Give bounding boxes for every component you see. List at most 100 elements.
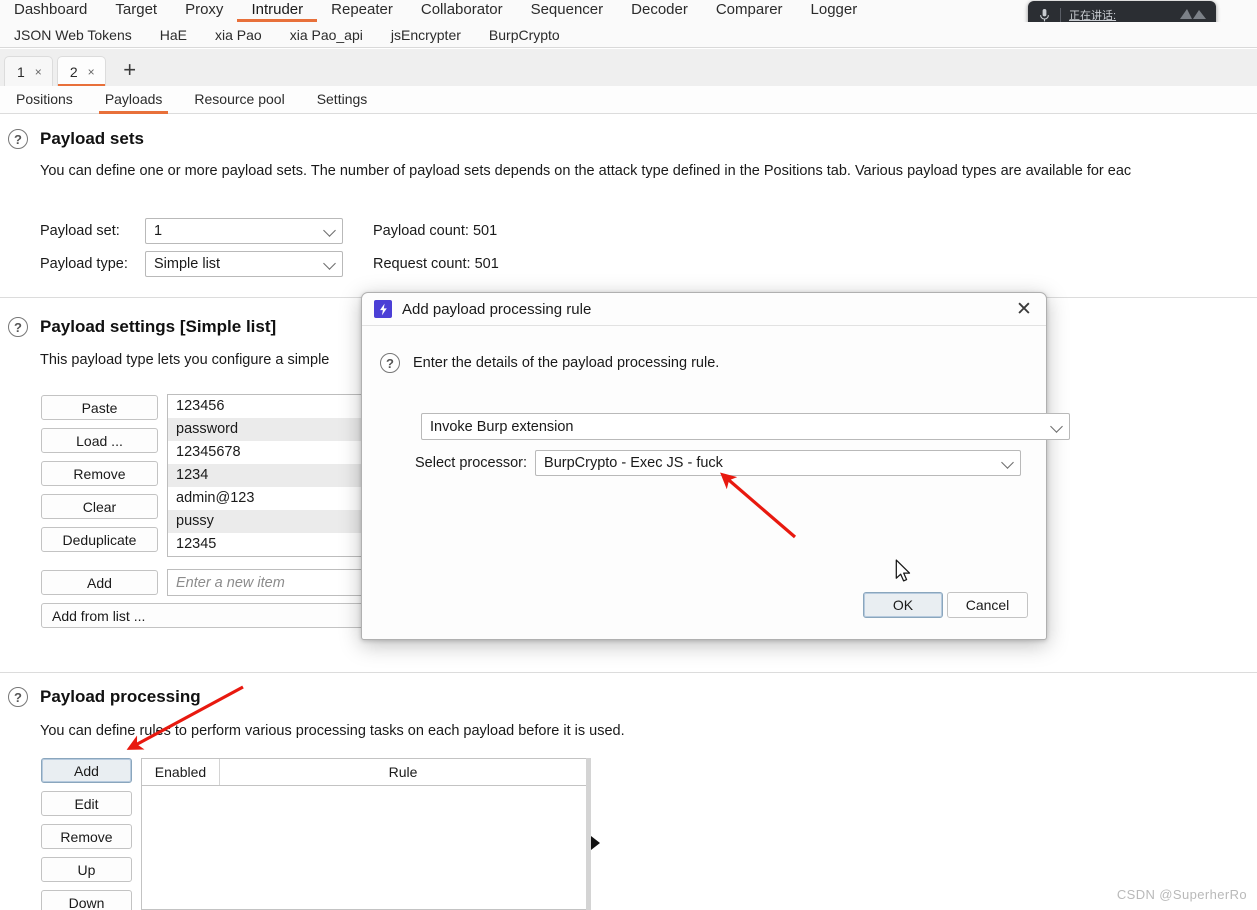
ext-tab-hae[interactable]: HaE [146,27,201,43]
attack-tab-2-label: 2 [69,63,78,80]
payload-count-label: Payload count: 501 [373,223,498,239]
tab-payloads[interactable]: Payloads [89,86,179,114]
dialog-body: ? Enter the details of the payload proce… [362,326,1070,640]
list-item[interactable]: 12345 [168,533,364,556]
main-tab-proxy[interactable]: Proxy [171,0,237,22]
main-tab-intruder[interactable]: Intruder [237,0,318,22]
expand-panel-arrow-icon[interactable] [591,836,600,850]
payload-set-dropdown[interactable]: 1 [145,218,343,244]
payload-set-label: Payload set: [40,223,120,239]
main-tab-logger[interactable]: Logger [797,0,872,22]
chevron-down-icon [1050,419,1063,433]
main-tab-repeater[interactable]: Repeater [317,0,407,22]
dialog-instruction-row: ? Enter the details of the payload proce… [380,353,719,373]
ext-tab-xia-pao[interactable]: xia Pao [201,27,276,43]
close-icon[interactable]: × [88,65,95,79]
payload-type-dropdown[interactable]: Simple list [145,251,343,277]
annotation-arrow-to-processor-dropdown [720,472,797,539]
list-item[interactable]: 1234 [168,464,364,487]
cancel-button[interactable]: Cancel [947,592,1028,618]
dialog-title: Add payload processing rule [402,300,592,318]
main-tab-comparer[interactable]: Comparer [702,0,797,22]
payload-settings-header: ? Payload settings [Simple list] [8,317,276,337]
select-processor-row: Select processor: BurpCrypto - Exec JS -… [415,450,1022,476]
rule-type-dropdown[interactable]: Invoke Burp extension [421,413,1070,440]
paste-button[interactable]: Paste [41,395,158,420]
new-attack-tab-button[interactable]: + [118,57,142,82]
attack-tab-1[interactable]: 1 × [4,56,53,86]
add-from-list-button[interactable]: Add from list ... [41,603,365,628]
payload-set-row: Payload set: 1 Payload count: 501 [40,218,497,244]
ext-tab-jsencrypter[interactable]: jsEncrypter [377,27,475,43]
move-rule-up-button[interactable]: Up [41,857,132,882]
main-tab-dashboard[interactable]: Dashboard [0,0,101,22]
speech-status-text: 正在讲话: [1069,10,1117,22]
new-item-input[interactable]: Enter a new item [167,569,365,596]
deduplicate-button[interactable]: Deduplicate [41,527,158,552]
payload-sets-section: ? Payload sets You can define one or mor… [0,126,1257,296]
chevron-down-icon [323,257,336,270]
ok-button[interactable]: OK [863,592,943,618]
column-header-enabled[interactable]: Enabled [142,759,220,785]
payload-type-row: Payload type: Simple list Request count:… [40,251,499,277]
chevron-down-icon [1001,456,1014,469]
list-item[interactable]: admin@123 [168,487,364,510]
tab-resource-pool[interactable]: Resource pool [178,86,300,114]
main-tab-collaborator[interactable]: Collaborator [407,0,517,22]
select-processor-dropdown[interactable]: BurpCrypto - Exec JS - fuck [535,450,1022,476]
watermark: CSDN @SuperherRo [1116,887,1247,902]
ext-tab-burpcrypto[interactable]: BurpCrypto [475,27,574,43]
main-tab-decoder[interactable]: Decoder [617,0,702,22]
select-processor-value: BurpCrypto - Exec JS - fuck [544,455,723,471]
payload-processing-rules-table[interactable]: Enabled Rule [141,758,587,910]
tab-settings[interactable]: Settings [301,86,384,114]
clear-button[interactable]: Clear [41,494,158,519]
load-button[interactable]: Load ... [41,428,158,453]
payload-processing-section: ? Payload processing You can define rule… [0,683,1257,910]
payload-processing-header: ? Payload processing [8,687,201,707]
help-icon[interactable]: ? [8,687,28,707]
payload-settings-title: Payload settings [Simple list] [40,317,277,336]
panel-splitter[interactable] [586,758,591,910]
payload-settings-description: This payload type lets you configure a s… [40,352,330,368]
edit-rule-button[interactable]: Edit [41,791,132,816]
payload-type-label: Payload type: [40,256,128,272]
list-item[interactable]: pussy [168,510,364,533]
ext-tab-xia-pao-api[interactable]: xia Pao_api [276,27,377,43]
widget-divider [1060,8,1061,22]
attack-tab-bar: 1 × 2 × + [0,49,1257,87]
select-processor-label: Select processor: [415,455,528,471]
tab-positions[interactable]: Positions [0,86,89,114]
add-rule-button[interactable]: Add [41,758,132,783]
sub-tab-bar: Positions Payloads Resource pool Setting… [0,86,1257,114]
section-divider [0,672,1257,673]
attack-tab-2[interactable]: 2 × [56,56,106,87]
payload-processing-description: You can define rules to perform various … [40,723,625,739]
list-item[interactable]: 12345678 [168,441,364,464]
remove-button[interactable]: Remove [41,461,158,486]
column-header-rule[interactable]: Rule [220,759,586,785]
chevron-down-icon [323,224,336,237]
help-icon[interactable]: ? [380,353,400,373]
list-item[interactable]: 123456 [168,395,364,418]
close-icon[interactable]: × [35,65,42,79]
payload-list[interactable]: 123456 password 12345678 1234 admin@123 … [167,394,365,557]
add-payload-processing-rule-dialog: Add payload processing rule ✕ ? Enter th… [361,292,1070,640]
burp-lightning-icon [374,300,392,318]
request-count-label: Request count: 501 [373,256,499,272]
main-tab-target[interactable]: Target [101,0,171,22]
payload-type-value: Simple list [154,256,221,272]
add-payload-button[interactable]: Add [41,570,158,595]
main-tab-sequencer[interactable]: Sequencer [517,0,618,22]
remove-rule-button[interactable]: Remove [41,824,132,849]
ext-tab-json-web-tokens[interactable]: JSON Web Tokens [0,27,146,43]
payload-sets-title: Payload sets [40,129,144,148]
payload-sets-description: You can define one or more payload sets.… [40,163,1132,179]
move-rule-down-button[interactable]: Down [41,890,132,910]
help-icon[interactable]: ? [8,129,28,149]
close-icon[interactable]: ✕ [1012,297,1036,321]
dialog-title-bar: Add payload processing rule ✕ [362,293,1046,326]
list-item[interactable]: password [168,418,364,441]
help-icon[interactable]: ? [8,317,28,337]
dialog-instruction-text: Enter the details of the payload process… [413,355,720,371]
